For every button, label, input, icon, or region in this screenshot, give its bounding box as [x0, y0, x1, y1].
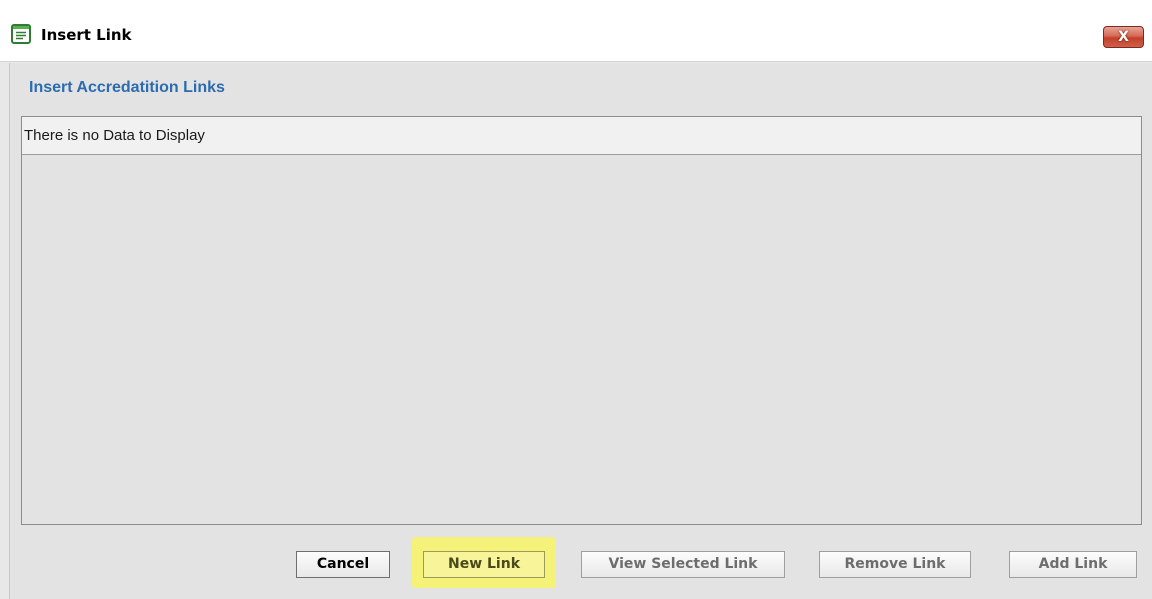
remove-link-button[interactable]: Remove Link	[819, 551, 971, 578]
close-button[interactable]: X	[1103, 26, 1144, 48]
window-title: Insert Link	[41, 26, 132, 44]
window-form-icon	[11, 24, 31, 44]
dialog-content: Insert Accredatition Links There is no D…	[9, 63, 1152, 599]
links-grid[interactable]: There is no Data to Display	[21, 116, 1142, 525]
grid-empty-message: There is no Data to Display	[24, 127, 205, 144]
new-link-button[interactable]: New Link	[423, 551, 545, 578]
button-bar: Cancel New Link View Selected Link Remov…	[10, 533, 1152, 593]
cancel-button[interactable]: Cancel	[296, 551, 390, 578]
insert-link-dialog: Insert Link X Insert Accredatition Links…	[0, 0, 1152, 599]
view-selected-link-button[interactable]: View Selected Link	[581, 551, 785, 578]
section-title: Insert Accredatition Links	[29, 79, 225, 96]
grid-empty-row: There is no Data to Display	[22, 117, 1141, 155]
add-link-button[interactable]: Add Link	[1009, 551, 1137, 578]
title-bar[interactable]: Insert Link X	[0, 0, 1152, 62]
close-icon[interactable]: X	[1104, 27, 1143, 47]
